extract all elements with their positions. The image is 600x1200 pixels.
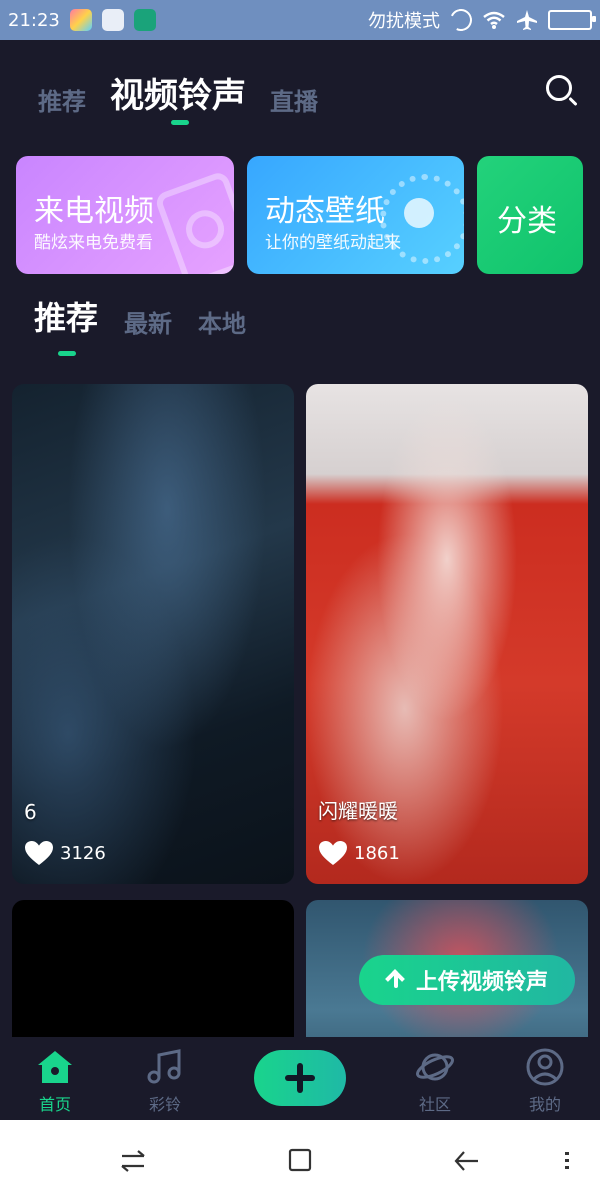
- card-subtitle: 让你的壁纸动起来: [265, 233, 401, 253]
- back-icon[interactable]: [452, 1148, 482, 1174]
- status-time: 21:23: [8, 9, 60, 31]
- like-count: 3126: [60, 842, 106, 864]
- upload-icon: [386, 970, 406, 990]
- nav-community[interactable]: 社区: [390, 1047, 480, 1115]
- menu-dots-icon[interactable]: [552, 1148, 582, 1174]
- nav-label: 首页: [38, 1095, 71, 1114]
- card-category[interactable]: 分类: [477, 156, 583, 274]
- switch-apps-icon[interactable]: [118, 1148, 148, 1174]
- card-subtitle: 酷炫来电免费看: [34, 233, 153, 253]
- top-tabs: 推荐 视频铃声 直播: [38, 68, 318, 117]
- phone-icon: [153, 169, 234, 274]
- battery-icon: [548, 10, 596, 30]
- usb-icon: [133, 9, 156, 31]
- card-title: 来电视频: [34, 194, 154, 229]
- plus-icon: [285, 1063, 315, 1093]
- card-live-wallpaper[interactable]: 动态壁纸 让你的壁纸动起来: [247, 156, 464, 274]
- nav-label: 社区: [418, 1095, 451, 1114]
- video-card[interactable]: 闪耀暖暖 1861: [306, 384, 588, 884]
- upload-label: 上传视频铃声: [415, 970, 548, 995]
- person-icon: [526, 1048, 564, 1086]
- status-right: 勿扰模式: [368, 5, 596, 35]
- status-left: 21:23: [8, 9, 156, 31]
- like-count: 1861: [354, 842, 400, 864]
- video-stats: 1861: [318, 840, 400, 866]
- add-button[interactable]: [254, 1050, 346, 1106]
- search-icon[interactable]: [546, 75, 572, 101]
- tab-section-local[interactable]: 本地: [198, 304, 246, 339]
- tab-section-latest[interactable]: 最新: [124, 304, 172, 339]
- system-nav-bar: [0, 1120, 600, 1200]
- video-title: 6: [24, 800, 37, 824]
- tab-recommend[interactable]: 推荐: [38, 82, 86, 117]
- heart-icon[interactable]: [318, 840, 348, 866]
- section-tab-indicator: [58, 351, 76, 356]
- music-note-icon: [147, 1049, 181, 1084]
- planet-icon: [416, 1053, 454, 1081]
- upload-video-ringtone-button[interactable]: 上传视频铃声: [359, 955, 575, 1005]
- nav-label: 彩铃: [148, 1095, 181, 1114]
- card-incoming-call-video[interactable]: 来电视频 酷炫来电免费看: [16, 156, 234, 274]
- video-title: 闪耀暖暖: [318, 799, 398, 823]
- photo-app-icon: [69, 9, 92, 31]
- cleaner-icon: [101, 9, 124, 31]
- tab-live[interactable]: 直播: [270, 82, 318, 117]
- heart-icon[interactable]: [24, 840, 54, 866]
- wifi-icon: [483, 11, 505, 29]
- tab-section-recommend[interactable]: 推荐: [34, 293, 98, 339]
- feature-cards: 来电视频 酷炫来电免费看 动态壁纸 让你的壁纸动起来 分类: [16, 156, 600, 274]
- section-tabs: 推荐 最新 本地: [34, 293, 246, 339]
- nav-mine[interactable]: 我的: [500, 1047, 590, 1115]
- card-title: 分类: [497, 204, 557, 239]
- airplane-icon: [517, 10, 537, 30]
- home-icon: [38, 1051, 72, 1083]
- nav-label: 我的: [528, 1095, 561, 1114]
- tab-video-ringtone[interactable]: 视频铃声: [110, 68, 246, 117]
- active-tab-indicator: [171, 120, 189, 125]
- nav-ringtone[interactable]: 彩铃: [120, 1047, 210, 1115]
- video-card[interactable]: 6 3126: [12, 384, 294, 884]
- card-title: 动态壁纸: [265, 194, 385, 229]
- video-stats: 3126: [24, 840, 106, 866]
- moon-icon: [446, 5, 476, 35]
- status-bar: 21:23 勿扰模式: [0, 0, 600, 40]
- dnd-text: 勿扰模式: [368, 11, 440, 32]
- nav-home[interactable]: 首页: [10, 1047, 100, 1115]
- home-square-icon[interactable]: [286, 1148, 316, 1174]
